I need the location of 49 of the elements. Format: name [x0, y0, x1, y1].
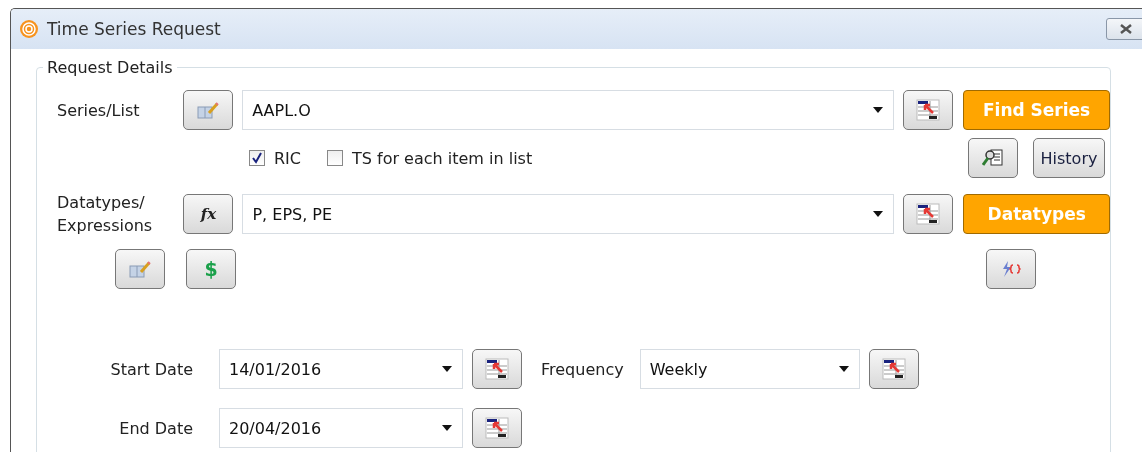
grid-picker-button[interactable] [472, 349, 522, 389]
function-button[interactable]: fx [183, 194, 234, 234]
grid-picker-icon [881, 358, 906, 380]
datatypes-combo[interactable]: P, EPS, PE [242, 194, 895, 234]
lightning-braces-icon [1001, 260, 1021, 278]
grid-picker-icon [916, 99, 941, 121]
caret-icon [442, 425, 452, 431]
close-icon [1119, 24, 1133, 34]
combo-value: P, EPS, PE [252, 204, 333, 224]
magnifier-document-icon [982, 148, 1004, 168]
combo-value: 14/01/2016 [229, 359, 322, 379]
caret-icon [873, 211, 884, 217]
grid-picker-button[interactable] [472, 408, 522, 448]
grid-picker-icon [485, 417, 509, 439]
combo-value: Weekly [649, 359, 708, 379]
window-title: Time Series Request [47, 19, 221, 39]
grid-picker-button[interactable] [903, 194, 954, 234]
field-label: Frequency [541, 359, 624, 379]
date-combo[interactable]: 14/01/2016 [219, 349, 463, 389]
grid-picker-icon [916, 203, 941, 225]
checkbox-label: TS for each item in list [352, 148, 533, 168]
checkbox[interactable] [327, 150, 343, 166]
combo-value: 20/04/2016 [229, 418, 322, 438]
frequency-combo[interactable]: Weekly [639, 349, 860, 389]
close-button[interactable] [1106, 18, 1142, 40]
history-button[interactable]: History [1033, 138, 1105, 178]
app-logo-icon [19, 19, 39, 39]
caret-icon [442, 366, 452, 372]
date-combo[interactable]: 20/04/2016 [219, 408, 463, 448]
edit-list-icon [197, 101, 220, 119]
edit-list-icon [129, 260, 151, 278]
checkbox[interactable] [249, 150, 265, 166]
group-title: Request Details [43, 58, 177, 77]
combo-value: AAPL.O [252, 100, 311, 120]
field-label: Datatypes/ Expressions [57, 192, 154, 237]
grid-picker-button[interactable] [903, 90, 954, 130]
grid-picker-icon [485, 358, 509, 380]
field-label: Series/List [57, 100, 141, 120]
edit-list-button[interactable] [183, 90, 234, 130]
caret-icon [838, 366, 849, 372]
field-label: End Date [118, 418, 194, 438]
search-document-button[interactable] [968, 138, 1018, 178]
edit-list-button[interactable] [115, 249, 165, 289]
series-combo[interactable]: AAPL.O [242, 90, 895, 130]
caret-icon [873, 107, 884, 113]
checkbox-label: RIC [274, 148, 301, 168]
grid-picker-button[interactable] [868, 349, 919, 389]
expression-button[interactable] [986, 249, 1036, 289]
field-label: Start Date [109, 359, 194, 379]
